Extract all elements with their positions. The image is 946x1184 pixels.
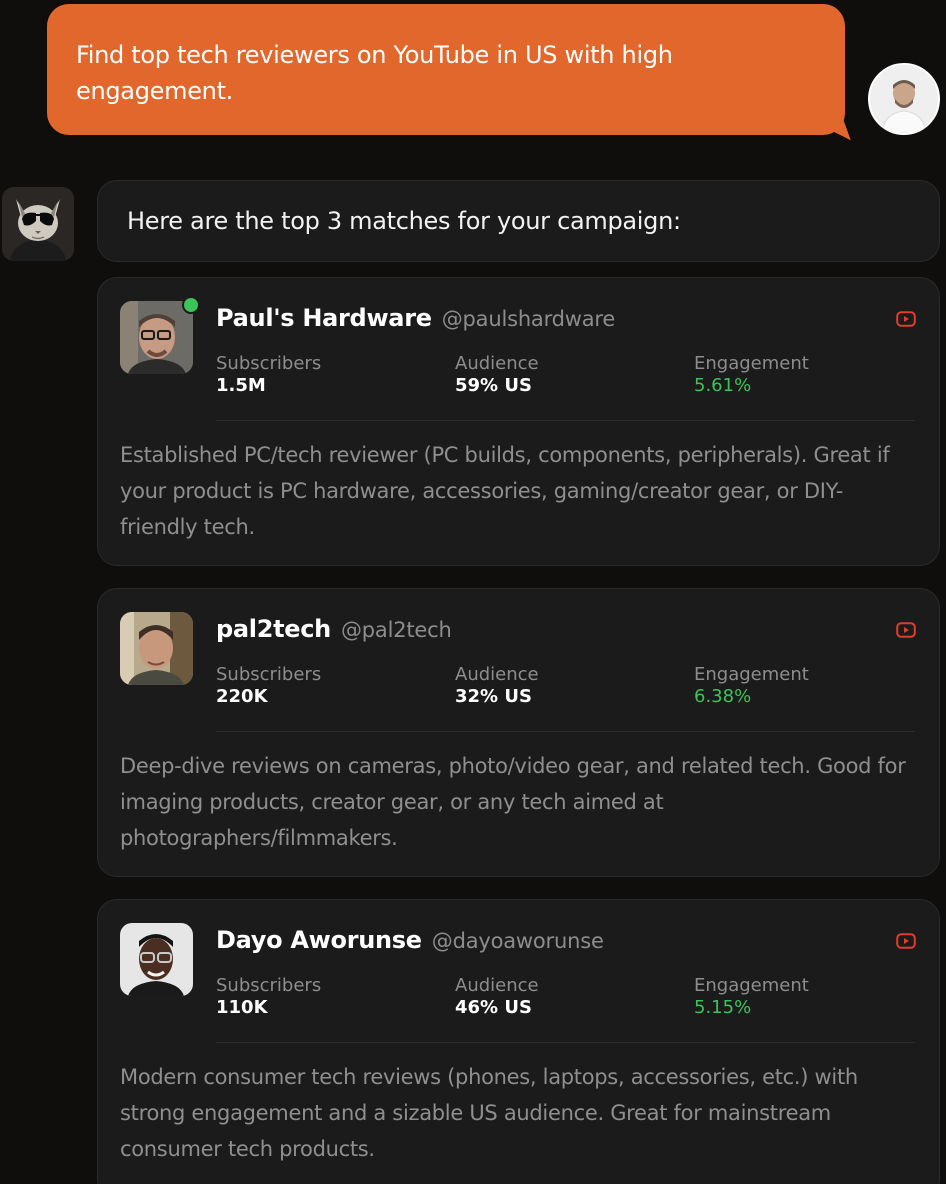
subscribers-stat: Subscribers 110K: [216, 975, 321, 1019]
engagement-value: 6.38%: [694, 686, 752, 707]
card-divider: [216, 420, 915, 421]
engagement-label: Engagement: [694, 664, 809, 685]
creator-card[interactable]: pal2tech @pal2tech Subscribers 220K Audie…: [97, 588, 940, 877]
audience-stat: Audience 32% US: [455, 664, 539, 708]
audience-stat: Audience 59% US: [455, 353, 539, 397]
audience-value: 32% US: [455, 686, 532, 707]
user-message-bubble: Find top tech reviewers on YouTube in US…: [47, 4, 856, 148]
cat-sunglasses-icon: [2, 187, 74, 261]
audience-label: Audience: [455, 353, 539, 374]
creator-photo-icon: [120, 301, 193, 374]
subscribers-label: Subscribers: [216, 353, 322, 374]
creator-photo-icon: [120, 923, 193, 996]
creator-name[interactable]: Paul's Hardware @paulshardware: [216, 304, 615, 332]
assistant-avatar: [2, 187, 74, 261]
user-avatar-image: [870, 65, 938, 133]
creator-handle[interactable]: @dayoaworunse: [432, 929, 604, 953]
audience-value: 46% US: [455, 997, 532, 1018]
subscribers-value: 220K: [216, 686, 268, 707]
audience-label: Audience: [455, 664, 539, 685]
audience-label: Audience: [455, 975, 539, 996]
creator-name[interactable]: Dayo Aworunse @dayoaworunse: [216, 926, 604, 954]
creator-card[interactable]: Dayo Aworunse @dayoaworunse Subscribers 1…: [97, 899, 940, 1184]
creator-avatar[interactable]: [120, 612, 193, 685]
engagement-stat: Engagement 5.61%: [694, 353, 809, 397]
subscribers-label: Subscribers: [216, 975, 322, 996]
youtube-icon[interactable]: [896, 622, 916, 638]
youtube-icon[interactable]: [896, 933, 916, 949]
creator-photo-icon: [120, 612, 193, 685]
assistant-message-bubble: Here are the top 3 matches for your camp…: [97, 180, 940, 262]
subscribers-stat: Subscribers 1.5M: [216, 353, 321, 397]
subscribers-label: Subscribers: [216, 664, 322, 685]
user-message-text: Find top tech reviewers on YouTube in US…: [76, 41, 673, 105]
youtube-icon[interactable]: [896, 311, 916, 327]
engagement-label: Engagement: [694, 353, 809, 374]
creator-name[interactable]: pal2tech @pal2tech: [216, 615, 452, 643]
bubble-tail: [828, 118, 856, 148]
engagement-value: 5.15%: [694, 997, 752, 1018]
engagement-label: Engagement: [694, 975, 809, 996]
subscribers-value: 1.5M: [216, 375, 266, 396]
subscribers-stat: Subscribers 220K: [216, 664, 321, 708]
engagement-stat: Engagement 6.38%: [694, 664, 809, 708]
card-divider: [216, 1042, 915, 1043]
assistant-message-text: Here are the top 3 matches for your camp…: [127, 207, 681, 235]
audience-value: 59% US: [455, 375, 532, 396]
subscribers-value: 110K: [216, 997, 268, 1018]
creator-name-text: Dayo Aworunse: [216, 926, 422, 954]
creator-name-text: pal2tech: [216, 615, 331, 643]
audience-stat: Audience 46% US: [455, 975, 539, 1019]
chat-page: Find top tech reviewers on YouTube in US…: [0, 0, 946, 1184]
creator-description: Deep-dive reviews on cameras, photo/vide…: [120, 754, 906, 850]
creator-name-text: Paul's Hardware: [216, 304, 432, 332]
creator-avatar[interactable]: [120, 301, 193, 374]
online-status-dot: [182, 296, 200, 314]
creator-card[interactable]: Paul's Hardware @paulshardware Subscriber…: [97, 277, 940, 566]
creator-handle[interactable]: @paulshardware: [442, 307, 616, 331]
engagement-stat: Engagement 5.15%: [694, 975, 809, 1019]
user-avatar[interactable]: [868, 63, 940, 135]
creator-avatar[interactable]: [120, 923, 193, 996]
creator-description: Modern consumer tech reviews (phones, la…: [120, 1065, 858, 1161]
creator-handle[interactable]: @pal2tech: [341, 618, 452, 642]
card-divider: [216, 731, 915, 732]
creator-description: Established PC/tech reviewer (PC builds,…: [120, 443, 890, 539]
engagement-value: 5.61%: [694, 375, 752, 396]
